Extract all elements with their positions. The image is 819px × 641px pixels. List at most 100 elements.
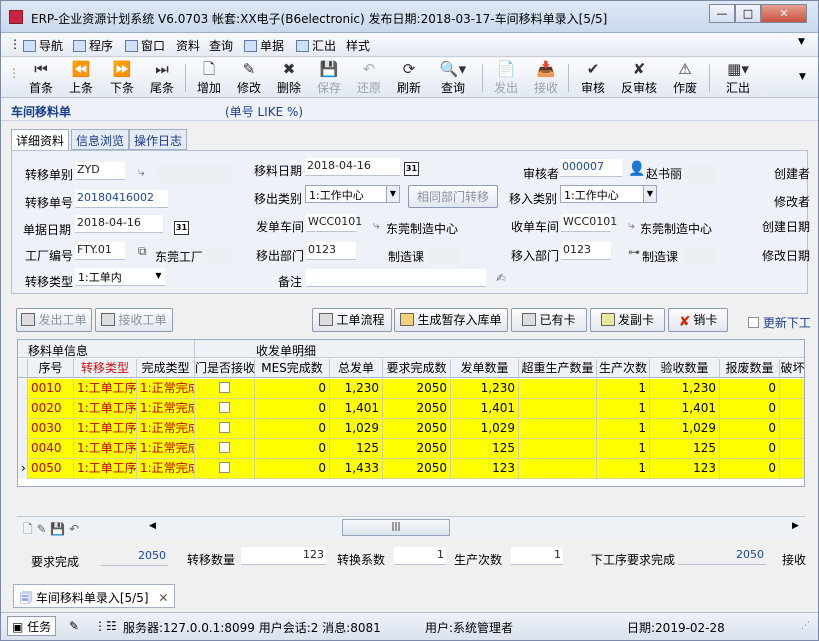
horizontal-scroll-thumb[interactable]: |||: [342, 519, 450, 536]
link-icon[interactable]: ⤷: [138, 165, 145, 180]
void-button[interactable]: ⚠ 作废: [664, 60, 706, 96]
col-issued-qty[interactable]: 发单数量: [451, 359, 519, 378]
cell-overweight[interactable]: [519, 399, 597, 419]
cell-accepted[interactable]: 1,230: [650, 379, 720, 399]
cell-prod-times[interactable]: 1: [597, 459, 650, 479]
grid-nav-icons[interactable]: 🗋 ✎ 💾 ↶: [23, 520, 79, 541]
cell-transfer-type[interactable]: 1:工单工序: [74, 379, 137, 399]
cell-total-issued[interactable]: 1,230: [330, 379, 383, 399]
cell-damage[interactable]: [780, 459, 804, 479]
received-checkbox[interactable]: [219, 462, 230, 473]
tab-log[interactable]: 操作日志: [129, 129, 188, 150]
cell-transfer-type[interactable]: 1:工单工序: [74, 459, 137, 479]
cell-scrap[interactable]: 0: [720, 419, 780, 439]
cell-damage[interactable]: [780, 439, 804, 459]
cell-prod-times[interactable]: 1: [597, 379, 650, 399]
last-record-button[interactable]: ⏭ 尾条: [141, 60, 183, 96]
send-ws-field[interactable]: WCC0101: [306, 214, 362, 232]
refresh-next-checkbox[interactable]: 更新下工: [748, 314, 811, 331]
col-scrap[interactable]: 报废数量: [720, 359, 780, 378]
status-tree-icon[interactable]: ⋮☷: [94, 619, 117, 633]
scroll-left-arrow[interactable]: ◀: [149, 521, 156, 531]
link-icon[interactable]: ⤷: [373, 218, 380, 233]
received-checkbox[interactable]: [219, 382, 230, 393]
col-prod-times[interactable]: 生产次数: [597, 359, 650, 378]
minimize-button[interactable]: —: [709, 4, 735, 23]
ratio-field[interactable]: 1: [394, 547, 446, 565]
col-received[interactable]: 门是否接收: [195, 359, 255, 378]
export-button[interactable]: ▦▾ 汇出: [713, 60, 763, 96]
cell-total-issued[interactable]: 1,401: [330, 399, 383, 419]
cell-overweight[interactable]: [519, 459, 597, 479]
cell-mes-done[interactable]: 0: [255, 419, 330, 439]
col-accepted[interactable]: 验收数量: [650, 359, 720, 378]
cell-seq[interactable]: 0030: [28, 419, 74, 439]
in-type-select[interactable]: 1:工作中心 ▼: [560, 185, 657, 203]
approve-button[interactable]: ✔ 审核: [572, 60, 614, 96]
receive-button[interactable]: 📥 接收: [525, 60, 567, 96]
document-tab[interactable]: 🗐 车间移料单录入[5/5] ✕: [13, 584, 176, 608]
cell-scrap[interactable]: 0: [720, 379, 780, 399]
menu-overflow-arrow[interactable]: ▼: [798, 37, 805, 47]
first-record-button[interactable]: ⏮ 首条: [20, 60, 62, 96]
transfer-type-field[interactable]: ZYD: [75, 162, 125, 180]
cell-mes-done[interactable]: 0: [255, 459, 330, 479]
cell-required[interactable]: 2050: [383, 459, 451, 479]
status-edit-icon[interactable]: ✎: [69, 619, 79, 633]
lookup-icon[interactable]: ⧉: [138, 244, 147, 259]
transfer-qty-field[interactable]: 123: [241, 547, 326, 565]
existing-card-button[interactable]: 已有卡: [511, 308, 587, 332]
unapprove-button[interactable]: ✘ 反审核: [615, 60, 663, 96]
menu-document[interactable]: 单据: [244, 37, 284, 54]
cell-received[interactable]: [195, 379, 255, 399]
add-button[interactable]: 🗋 增加: [188, 60, 230, 96]
cell-seq[interactable]: 0040: [28, 439, 74, 459]
doc-date-field[interactable]: 2018-04-16: [75, 215, 163, 233]
cell-issued-qty[interactable]: 1,230: [451, 379, 519, 399]
cell-seq[interactable]: 0020: [28, 399, 74, 419]
col-damage[interactable]: 破坏: [780, 359, 804, 378]
received-checkbox[interactable]: [219, 402, 230, 413]
tab-browse[interactable]: 信息浏览: [71, 129, 130, 150]
cell-total-issued[interactable]: 125: [330, 439, 383, 459]
required-field[interactable]: 2050: [101, 548, 168, 566]
close-tab-icon[interactable]: ✕: [158, 591, 168, 605]
checkbox-box[interactable]: [748, 317, 759, 328]
col-total-issued[interactable]: 总发单: [330, 359, 383, 378]
link-icon[interactable]: ⤷: [628, 218, 635, 233]
transfer-no-field[interactable]: 20180416002: [75, 190, 168, 208]
cell-required[interactable]: 2050: [383, 439, 451, 459]
cell-accepted[interactable]: 1,029: [650, 419, 720, 439]
prev-record-button[interactable]: ⏪ 上条: [60, 60, 102, 96]
cell-required[interactable]: 2050: [383, 419, 451, 439]
table-row[interactable]: › 0050 1:工单工序 1:正常完成 0 1,433 2050 123 1 123 0: [18, 459, 804, 479]
cell-received[interactable]: [195, 419, 255, 439]
tab-details[interactable]: 详细资料: [11, 129, 70, 151]
cell-overweight[interactable]: [519, 379, 597, 399]
menu-program[interactable]: 程序: [73, 37, 113, 54]
cell-mes-done[interactable]: 0: [255, 379, 330, 399]
menu-data[interactable]: 资料: [176, 37, 200, 54]
cell-finish-type[interactable]: 1:正常完成: [137, 419, 195, 439]
cell-scrap[interactable]: 0: [720, 439, 780, 459]
cell-damage[interactable]: [780, 379, 804, 399]
cell-scrap[interactable]: 0: [720, 399, 780, 419]
col-required[interactable]: 要求完成数: [383, 359, 451, 378]
reviewer-code-field[interactable]: 000007: [560, 159, 622, 177]
cell-required[interactable]: 2050: [383, 379, 451, 399]
cell-damage[interactable]: [780, 419, 804, 439]
cell-total-issued[interactable]: 1,433: [330, 459, 383, 479]
out-dept-field[interactable]: 0123: [306, 242, 356, 260]
recv-ws-field[interactable]: WCC0101: [561, 214, 617, 232]
cell-transfer-type[interactable]: 1:工单工序: [74, 419, 137, 439]
cell-transfer-type[interactable]: 1:工单工序: [74, 399, 137, 419]
cell-issued-qty[interactable]: 1,401: [451, 399, 519, 419]
menu-navigate[interactable]: 导航: [23, 37, 63, 54]
maximize-button[interactable]: □: [735, 4, 761, 23]
cell-prod-times[interactable]: 1: [597, 439, 650, 459]
delete-button[interactable]: ✖ 删除: [268, 60, 310, 96]
cell-finish-type[interactable]: 1:正常完成: [137, 399, 195, 419]
cell-seq[interactable]: 0010: [28, 379, 74, 399]
cell-received[interactable]: [195, 439, 255, 459]
memo-icon[interactable]: ✍: [496, 271, 506, 285]
